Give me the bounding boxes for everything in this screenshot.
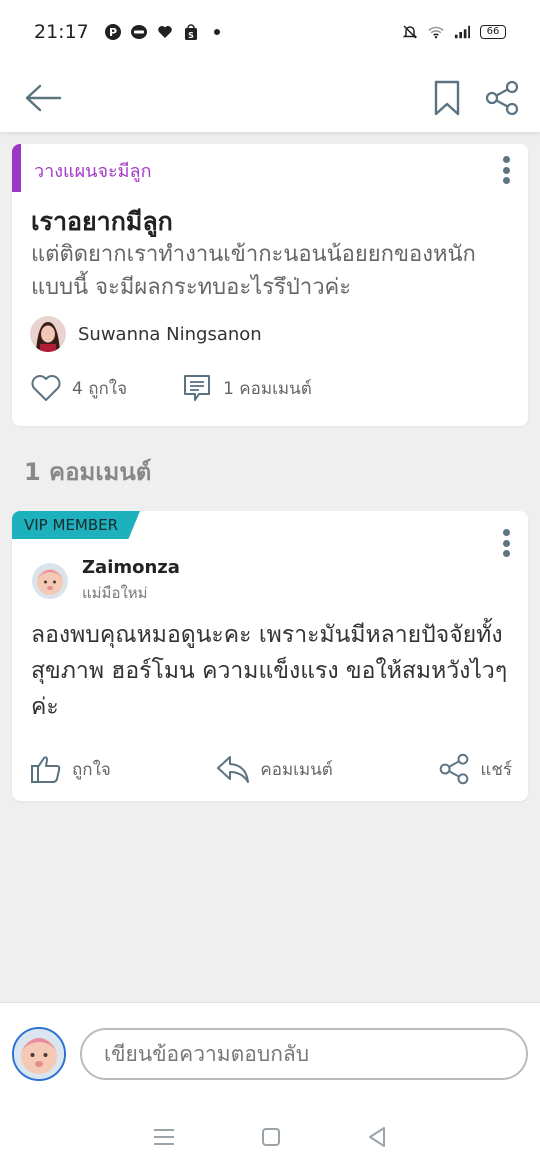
question-author-name[interactable]: Suwanna Ningsanon (78, 324, 262, 345)
comment-reply-button[interactable]: คอมเมนต์ (216, 753, 333, 785)
like-count: 4 ถูกใจ (72, 378, 128, 399)
comment-actions: ถูกใจ คอมเมนต์ แชร์ (30, 753, 512, 785)
back-triangle-icon[interactable] (367, 1126, 387, 1148)
status-bar: 21:17 P S 66 (0, 0, 540, 64)
status-left: 21:17 P S (34, 21, 225, 43)
comment-more-icon[interactable] (502, 529, 510, 557)
comments-heading: 1 คอมเมนต์ (24, 458, 152, 486)
question-more-icon[interactable] (502, 156, 510, 184)
dot-icon (209, 24, 225, 40)
reply-bar (0, 1002, 540, 1104)
svg-text:S: S (188, 31, 194, 40)
avatar[interactable] (30, 316, 66, 352)
question-title: เราอยากมีลูก (31, 207, 173, 236)
comment-author-meta: Zaimonza แม่มือใหม่ (82, 557, 180, 605)
comment-share-label: แชร์ (480, 759, 512, 780)
comment-share-button[interactable]: แชร์ (438, 753, 512, 785)
bookmark-icon[interactable] (434, 80, 460, 116)
back-arrow-icon[interactable] (24, 83, 62, 113)
comment-like-label: ถูกใจ (72, 759, 111, 780)
avatar[interactable] (32, 563, 68, 599)
question-body: แต่ติดยากเราทำงานเข้ากะนอนน้อยยกของหนักแ… (31, 242, 476, 300)
svg-text:P: P (109, 26, 117, 39)
status-right: 66 (402, 24, 506, 40)
question-author[interactable]: Suwanna Ningsanon (30, 316, 262, 352)
comment-author-role: แม่มือใหม่ (82, 584, 148, 602)
top-actions (434, 80, 520, 116)
comment-card: VIP MEMBER Zaimonza แม่มือใหม่ ลองพบคุณห… (12, 511, 528, 801)
reply-icon (217, 756, 250, 783)
comment-bubble-icon (184, 375, 211, 401)
question-category[interactable]: วางแผนจะมีลูก (34, 156, 151, 185)
signal-icon (454, 24, 470, 40)
comment-like-button[interactable]: ถูกใจ (30, 754, 111, 784)
vip-member-badge: VIP MEMBER (12, 511, 140, 539)
comment-count: 1 คอมเมนต์ (223, 378, 312, 399)
question-stats: 4 ถูกใจ 1 คอมเมนต์ (30, 372, 312, 404)
status-time: 21:17 (34, 21, 89, 43)
question-card: วางแผนจะมีลูก เราอยากมีลูก แต่ติดยากเราท… (12, 144, 528, 426)
like-stat[interactable]: 4 ถูกใจ (30, 374, 127, 402)
heart-outline-icon (31, 375, 61, 401)
wifi-icon (428, 24, 444, 40)
comment-author[interactable]: Zaimonza แม่มือใหม่ (32, 557, 180, 605)
comment-reply-label: คอมเมนต์ (260, 759, 333, 780)
reply-input[interactable] (80, 1027, 528, 1080)
share-icon (440, 753, 469, 785)
comment-stat[interactable]: 1 คอมเมนต์ (181, 372, 312, 404)
heart-icon (157, 24, 173, 40)
thumbs-up-icon (31, 756, 61, 783)
comment-author-name[interactable]: Zaimonza (82, 557, 180, 578)
home-icon[interactable] (261, 1127, 281, 1147)
top-app-bar (0, 64, 540, 132)
pinterest-icon: P (104, 24, 121, 40)
shopee-icon: S (183, 24, 199, 40)
battery-icon: 66 (480, 25, 506, 39)
system-nav-bar (0, 1104, 540, 1170)
avatar (12, 1026, 66, 1081)
category-accent-bar (12, 144, 21, 192)
share-icon[interactable] (484, 80, 520, 116)
menu-icon[interactable] (153, 1128, 175, 1146)
line-icon (130, 24, 147, 40)
mute-bell-icon (402, 24, 418, 40)
comment-body: ลองพบคุณหมอดูนะคะ เพราะมันมีหลายปัจจัยทั… (31, 622, 508, 720)
